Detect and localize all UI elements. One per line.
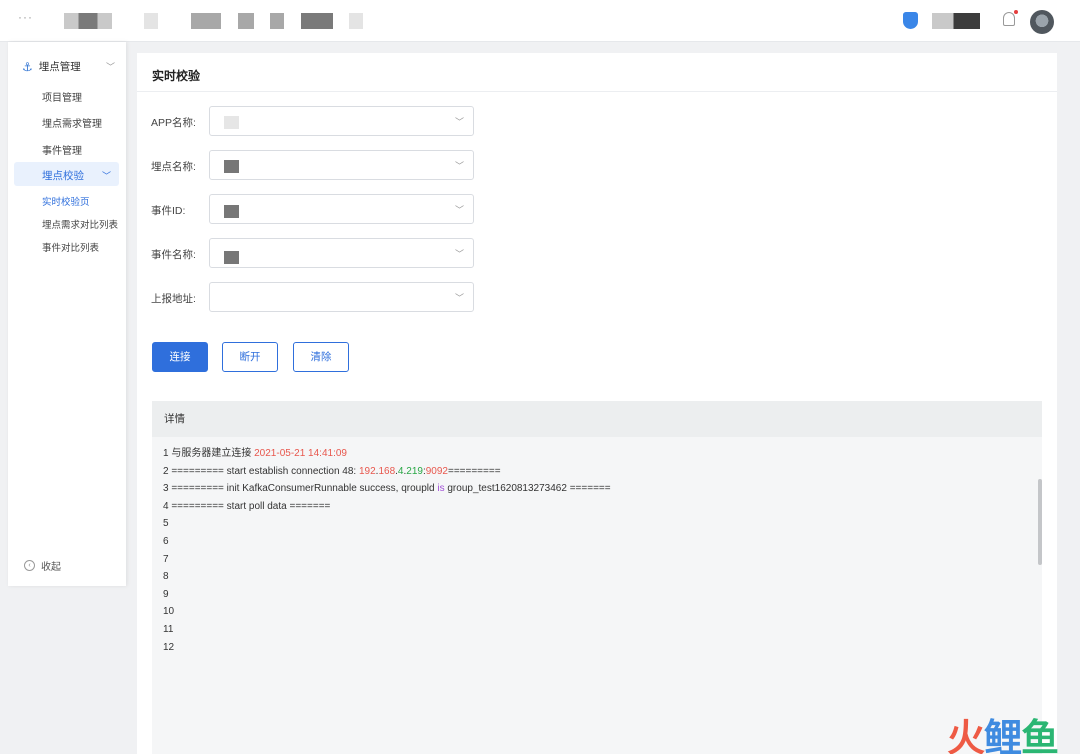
event-name-label: 事件名称: [151, 249, 196, 261]
detail-panel: 详情 1 与服务器建立连接 2021-05-21 14:41:09 2 ====… [152, 401, 1042, 754]
blurred-nav-item[interactable] [191, 13, 221, 29]
app-name-select[interactable]: ﹀ [209, 106, 474, 136]
select-value [224, 205, 239, 218]
blurred-nav-item[interactable] [301, 13, 333, 29]
blurred-logo [64, 13, 112, 29]
event-id-select[interactable]: ﹀ [209, 194, 474, 224]
sidebar-group-label: 埋点管理 [38, 61, 81, 73]
sidebar-item-verify-label: 埋点校验 [42, 170, 84, 182]
avatar[interactable] [1030, 10, 1054, 34]
collapse-button[interactable]: ‹ 收起 [24, 558, 61, 573]
watermark-char: 鱼 [1020, 718, 1059, 754]
page-title: 实时校验 [152, 69, 201, 83]
divider [137, 91, 1057, 92]
clear-button[interactable]: 清除 [293, 342, 349, 372]
blurred-nav-item[interactable] [349, 13, 363, 29]
sidebar-item-events[interactable]: 事件管理 [42, 142, 82, 157]
scrollbar[interactable] [1038, 479, 1042, 565]
event-id-label: 事件ID: [151, 205, 186, 217]
watermark-char: 火 [946, 718, 985, 754]
sidebar-group-tracking[interactable]: ⚓ 埋点管理 [22, 59, 81, 74]
log-line: 12 [163, 641, 175, 653]
log-line: 9 [163, 588, 169, 600]
detail-title: 详情 [152, 401, 1042, 437]
chevron-down-icon: ﹀ [454, 249, 464, 259]
main-panel: 实时校验 APP名称: ﹀ 埋点名称: ﹀ 事件ID: ﹀ 事件名称: ﹀ 上报… [137, 53, 1057, 754]
blurred-user-name[interactable] [932, 13, 980, 29]
log-line: 1 与服务器建立连接 2021-05-21 14:41:09 [163, 448, 347, 459]
point-name-label: 埋点名称: [151, 161, 196, 173]
report-url-label: 上报地址: [151, 293, 196, 305]
point-name-select[interactable]: ﹀ [209, 150, 474, 180]
chevron-down-icon: ﹀ [454, 205, 464, 215]
select-value [224, 160, 239, 173]
select-value [224, 251, 239, 264]
collapse-label: 收起 [41, 562, 61, 573]
bell-icon[interactable] [1003, 10, 1018, 26]
chevron-down-icon[interactable]: ﹀ [102, 169, 111, 182]
select-value [224, 116, 239, 129]
menu-dots-icon[interactable]: ··· [18, 10, 33, 24]
sidebar: ⚓ 埋点管理 ﹀ 项目管理 埋点需求管理 事件管理 埋点校验 ﹀ 实时校验页 埋… [8, 42, 126, 586]
chevron-left-icon: ‹ [24, 560, 35, 571]
log-line: 11 [163, 623, 174, 635]
watermark-char: 鲤 [983, 718, 1022, 754]
chevron-down-icon: ﹀ [454, 293, 464, 303]
disconnect-button[interactable]: 断开 [222, 342, 278, 372]
log-line: 8 [163, 571, 169, 583]
log-line: 3 ========= init KafkaConsumerRunnable s… [163, 483, 611, 495]
sidebar-subitem-requirement-compare[interactable]: 埋点需求对比列表 [42, 217, 118, 231]
log-output: 1 与服务器建立连接 2021-05-21 14:41:09 2 =======… [163, 445, 611, 656]
sidebar-subitem-event-compare[interactable]: 事件对比列表 [42, 240, 99, 254]
shield-icon[interactable] [903, 12, 918, 29]
log-line: 2 ========= start establish connection 4… [163, 465, 501, 477]
log-line: 7 [163, 553, 169, 565]
connect-button[interactable]: 连接 [152, 342, 208, 372]
report-url-select[interactable]: ﹀ [209, 282, 474, 312]
sidebar-item-projects[interactable]: 项目管理 [42, 89, 82, 104]
app-name-label: APP名称: [151, 117, 196, 129]
blurred-nav-item[interactable] [270, 13, 284, 29]
watermark-logo: 火鲤鱼 [946, 707, 1059, 754]
blurred-nav-item[interactable] [144, 13, 158, 29]
anchor-icon: ⚓ [22, 59, 33, 74]
log-line: 4 ========= start poll data ======= [163, 500, 331, 512]
sidebar-subitem-realtime[interactable]: 实时校验页 [42, 194, 90, 208]
log-line: 6 [163, 535, 169, 547]
chevron-down-icon: ﹀ [454, 161, 464, 171]
chevron-down-icon: ﹀ [454, 117, 464, 127]
log-line: 10 [163, 606, 175, 618]
event-name-select[interactable]: ﹀ [209, 238, 474, 268]
blurred-nav-item[interactable] [238, 13, 254, 29]
log-line: 5 [163, 518, 169, 530]
sidebar-item-requirements[interactable]: 埋点需求管理 [42, 115, 102, 130]
top-bar: ··· [0, 0, 1080, 42]
chevron-down-icon[interactable]: ﹀ [106, 60, 115, 73]
